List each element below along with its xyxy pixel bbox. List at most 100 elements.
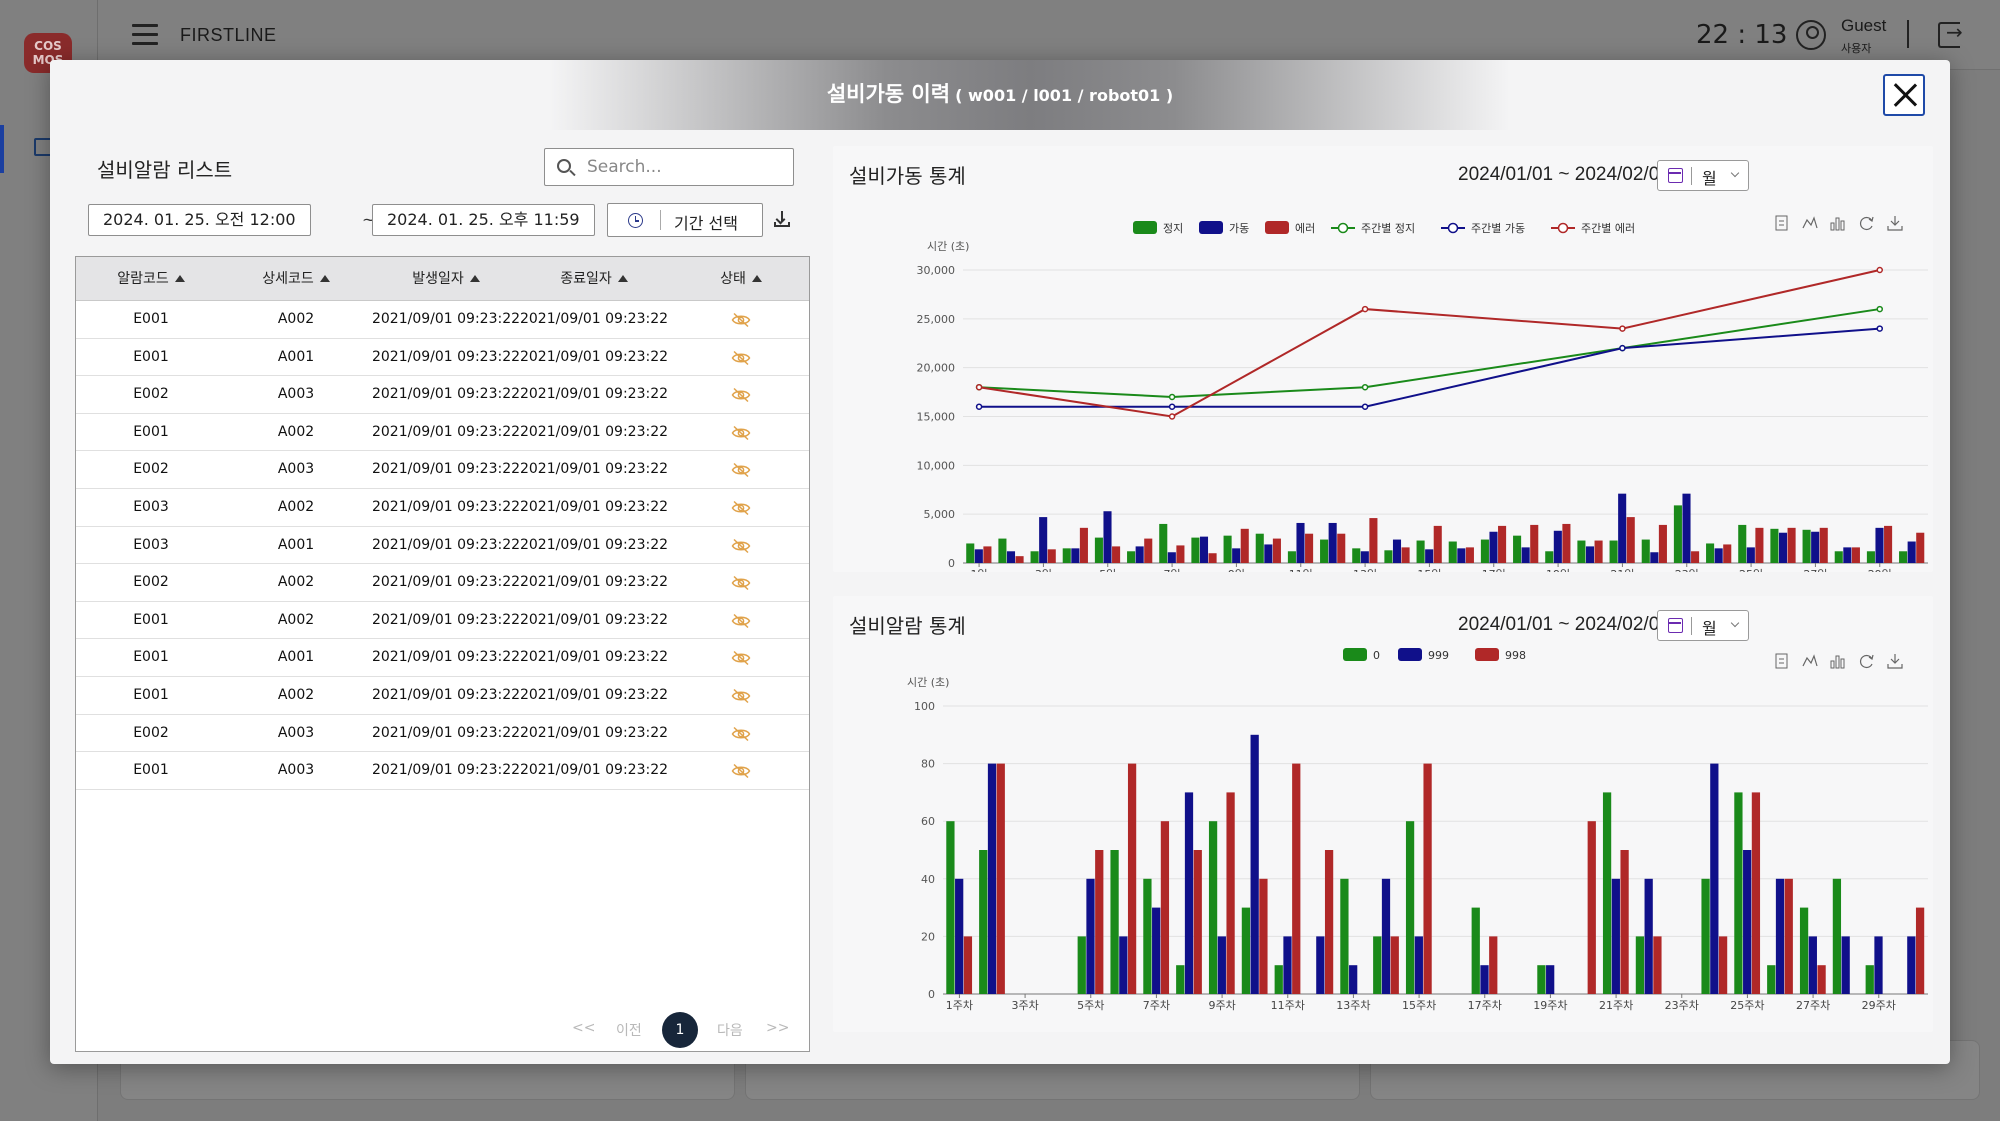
bar-998: [1620, 850, 1629, 994]
table-row[interactable]: E001 A001 2021/09/01 09:23:22 2021/09/01 09…: [76, 639, 809, 677]
line-chart-icon[interactable]: [1802, 216, 1818, 229]
bar-정지: [1866, 551, 1875, 563]
x-tick-label: 5주차: [1077, 999, 1104, 1012]
table-row[interactable]: E003 A001 2021/09/01 09:23:22 2021/09/01 09…: [76, 526, 809, 565]
eye-off-icon[interactable]: [731, 726, 751, 742]
data-view-icon[interactable]: [1775, 653, 1788, 669]
legend-marker: [1447, 222, 1459, 234]
table-cell-code: E001: [133, 611, 169, 628]
column-header-detail-code[interactable]: 상세코드: [231, 257, 361, 301]
eye-off-icon[interactable]: [731, 387, 751, 403]
eye-off-icon[interactable]: [731, 425, 751, 441]
bar-가동: [1392, 539, 1402, 563]
legend-item[interactable]: 주간별 정지: [1331, 222, 1415, 235]
pagination-next[interactable]: 다음: [717, 1020, 743, 1040]
legend-item[interactable]: 정지: [1133, 221, 1183, 235]
legend-item[interactable]: 주간별 가동: [1441, 222, 1525, 235]
bar-가동: [1907, 541, 1916, 563]
bar-999: [1217, 936, 1226, 994]
bar-999: [987, 763, 997, 994]
point-주간별 에러: [1361, 305, 1369, 313]
hamburger-menu-icon[interactable]: [132, 24, 158, 46]
table-cell-detail: A001: [277, 649, 315, 666]
column-header-alarm-code[interactable]: 알람코드: [86, 257, 216, 301]
save-image-icon[interactable]: [1887, 654, 1903, 669]
eye-off-icon[interactable]: [731, 575, 751, 591]
legend-item[interactable]: 999: [1398, 648, 1449, 662]
bar-0: [1077, 936, 1086, 994]
x-tick-label: 17일: [1482, 567, 1506, 572]
save-image-icon[interactable]: [1887, 216, 1903, 231]
bar-가동: [1489, 531, 1498, 563]
table-row[interactable]: E001 A002 2021/09/01 09:23:22 2021/09/01 09…: [76, 677, 809, 715]
line-chart-icon[interactable]: [1802, 654, 1818, 667]
eye-off-icon[interactable]: [731, 688, 751, 704]
eye-off-icon[interactable]: [731, 613, 751, 629]
pagination-last[interactable]: >>: [766, 1020, 789, 1036]
table-cell-start: 2021/09/01 09:23:22: [371, 574, 521, 591]
table-row[interactable]: E001 A002 2021/09/01 09:23:22 2021/09/01 09…: [76, 601, 809, 640]
eye-off-icon[interactable]: [731, 500, 751, 516]
eye-off-icon[interactable]: [731, 538, 751, 554]
table-row[interactable]: E001 A002 2021/09/01 09:23:22 2021/09/01 09…: [76, 301, 809, 339]
user-avatar-icon[interactable]: [1796, 20, 1826, 50]
download-icon[interactable]: [774, 210, 790, 228]
column-header-label: 상세코드: [262, 271, 314, 287]
search-input[interactable]: [587, 155, 787, 179]
eye-off-icon[interactable]: [731, 763, 751, 779]
legend-item[interactable]: 998: [1475, 648, 1526, 662]
close-button[interactable]: [1883, 74, 1925, 116]
bar-chart-icon[interactable]: [1830, 217, 1845, 231]
legend-label: 999: [1428, 649, 1449, 662]
table-row[interactable]: E001 A003 2021/09/01 09:23:22 2021/09/01 09…: [76, 752, 809, 790]
restore-icon[interactable]: [1859, 654, 1874, 669]
table-row[interactable]: E001 A002 2021/09/01 09:23:22 2021/09/01 09…: [76, 413, 809, 452]
x-tick-label: 9주차: [1208, 999, 1235, 1012]
pagination-prev[interactable]: 이전: [616, 1020, 642, 1040]
bar-에러: [1851, 547, 1860, 563]
date-from-input[interactable]: 2024. 01. 25. 오전 12:00: [88, 204, 311, 236]
data-view-icon[interactable]: [1775, 215, 1788, 231]
table-row[interactable]: E002 A003 2021/09/01 09:23:22 2021/09/01 09…: [76, 376, 809, 414]
eye-off-icon[interactable]: [731, 350, 751, 366]
eye-off-icon[interactable]: [731, 312, 751, 328]
table-row[interactable]: E001 A001 2021/09/01 09:23:22 2021/09/01 09…: [76, 338, 809, 377]
bar-0: [1799, 907, 1809, 994]
point-주간별 가동: [1619, 344, 1626, 352]
bar-정지: [1416, 540, 1425, 563]
bar-0: [1241, 907, 1251, 994]
pagination-first[interactable]: <<: [572, 1020, 595, 1036]
search-box[interactable]: [544, 148, 794, 186]
legend-item[interactable]: 0: [1343, 648, 1380, 662]
bar-가동: [1521, 547, 1530, 563]
legend-item[interactable]: 가동: [1199, 221, 1249, 235]
column-header-start-date[interactable]: 발생일자: [371, 257, 521, 301]
bar-정지: [998, 538, 1007, 563]
table-row[interactable]: E002 A003 2021/09/01 09:23:22 2021/09/01 09…: [76, 451, 809, 489]
eye-off-icon[interactable]: [731, 462, 751, 478]
bar-가동: [1778, 532, 1788, 563]
logout-icon[interactable]: [1938, 20, 1963, 48]
legend-swatch: [1265, 221, 1289, 234]
bar-999: [1381, 878, 1391, 994]
table-cell-detail: A002: [277, 574, 315, 591]
table-cell-end: 2021/09/01 09:23:22: [519, 461, 669, 478]
restore-icon[interactable]: [1859, 216, 1874, 231]
table-row[interactable]: E003 A002 2021/09/01 09:23:22 2021/09/01 09…: [76, 489, 809, 527]
x-tick-label: 17주차: [1468, 999, 1502, 1012]
table-row[interactable]: E002 A003 2021/09/01 09:23:22 2021/09/01 09…: [76, 714, 809, 753]
bar-가동: [1425, 549, 1434, 563]
period-select-button[interactable]: 기간 선택: [607, 203, 763, 237]
bar-999: [1152, 907, 1161, 994]
legend-item[interactable]: 에러: [1265, 221, 1315, 235]
date-to-input[interactable]: 2024. 01. 25. 오후 11:59: [372, 204, 595, 236]
bar-chart-icon[interactable]: [1830, 655, 1845, 669]
legend-item[interactable]: 주간별 에러: [1551, 222, 1635, 235]
point-주간별 에러: [975, 383, 983, 391]
pagination-current-page[interactable]: 1: [662, 1012, 698, 1048]
column-header-end-date[interactable]: 종료일자: [519, 257, 669, 301]
eye-off-icon[interactable]: [731, 650, 751, 666]
bar-정지: [1738, 524, 1747, 563]
column-header-status[interactable]: 상태: [696, 257, 786, 301]
table-row[interactable]: E002 A002 2021/09/01 09:23:22 2021/09/01 09…: [76, 564, 809, 602]
